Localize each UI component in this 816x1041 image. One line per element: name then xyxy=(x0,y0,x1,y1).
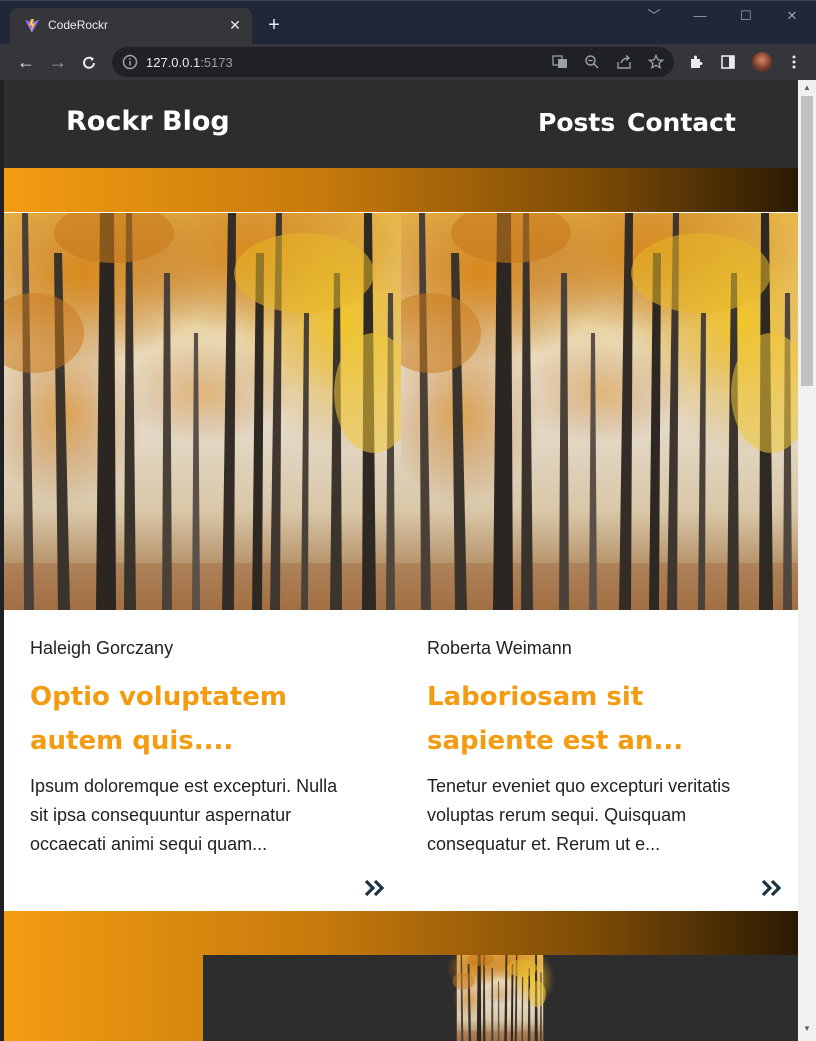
browser-title-bar: CodeRockr ✕ + ﹀ — ☐ ✕ xyxy=(0,0,816,44)
share-icon[interactable] xyxy=(616,54,632,70)
page-viewport: Rockr Blog Posts Contact Haleigh Gorczan… xyxy=(4,80,798,1041)
post-title[interactable]: Optio voluptatem autem quis.... xyxy=(30,675,350,763)
read-more-arrow-icon[interactable] xyxy=(761,879,783,897)
scroll-thumb[interactable] xyxy=(801,96,813,386)
scroll-down-arrow-icon[interactable]: ▼ xyxy=(802,1024,812,1034)
minimize-icon[interactable]: — xyxy=(690,6,710,26)
menu-kebab-icon[interactable] xyxy=(786,54,802,70)
translate-icon[interactable] xyxy=(552,54,568,70)
post-title[interactable]: Laboriosam sit sapiente est an... xyxy=(427,675,747,763)
site-info-icon[interactable] xyxy=(122,54,138,70)
back-button[interactable]: ← xyxy=(14,50,38,74)
url-text: 127.0.0.1:5173 xyxy=(146,55,233,70)
url-host: 127.0.0.1 xyxy=(146,55,201,70)
title-bar-top-line xyxy=(0,0,816,1)
vite-favicon-icon xyxy=(25,19,39,33)
post-excerpt: Tenetur eveniet quo excepturi veritatis … xyxy=(427,776,731,854)
site-brand[interactable]: Rockr Blog xyxy=(66,106,230,137)
reload-icon[interactable] xyxy=(80,54,98,72)
tab-title: CodeRockr xyxy=(48,18,109,32)
close-window-icon[interactable]: ✕ xyxy=(782,6,802,26)
browser-toolbar: ← → 127.0.0.1:5173 xyxy=(0,44,816,80)
maximize-icon[interactable]: ☐ xyxy=(736,6,756,26)
profile-avatar[interactable] xyxy=(752,52,772,72)
forward-button[interactable]: → xyxy=(46,50,70,74)
scroll-up-arrow-icon[interactable]: ▲ xyxy=(802,83,812,93)
address-bar[interactable]: 127.0.0.1:5173 xyxy=(112,47,674,77)
page-scrollbar[interactable]: ▲ ▼ xyxy=(798,80,816,1041)
post-excerpt: Ipsum doloremque est excepturi. Nulla si… xyxy=(30,776,338,854)
zoom-icon[interactable] xyxy=(584,54,600,70)
nav-posts[interactable]: Posts xyxy=(538,108,615,137)
bookmark-star-icon[interactable] xyxy=(648,54,664,70)
post-author: Roberta Weimann xyxy=(427,638,572,658)
tab-close-icon[interactable]: ✕ xyxy=(226,16,244,34)
gradient-band xyxy=(4,168,798,212)
featured-cover-image xyxy=(244,955,756,1041)
browser-tab[interactable]: CodeRockr ✕ xyxy=(10,8,252,44)
post-cover-image xyxy=(401,213,798,610)
post-card[interactable]: Haleigh Gorczany Optio voluptatem autem … xyxy=(4,213,401,911)
nav-contact[interactable]: Contact xyxy=(627,108,736,137)
read-more-arrow-icon[interactable] xyxy=(364,879,386,897)
site-header: Rockr Blog Posts Contact xyxy=(4,80,798,168)
post-cover-image xyxy=(4,213,401,610)
url-port: :5173 xyxy=(200,55,233,70)
extensions-icon[interactable] xyxy=(688,54,704,70)
tab-search-icon[interactable]: ﹀ xyxy=(644,6,664,26)
post-author: Haleigh Gorczany xyxy=(30,638,174,658)
new-tab-button[interactable]: + xyxy=(262,14,286,38)
post-card[interactable]: Roberta Weimann Laboriosam sit sapiente … xyxy=(401,213,798,911)
side-panel-icon[interactable] xyxy=(720,54,736,70)
